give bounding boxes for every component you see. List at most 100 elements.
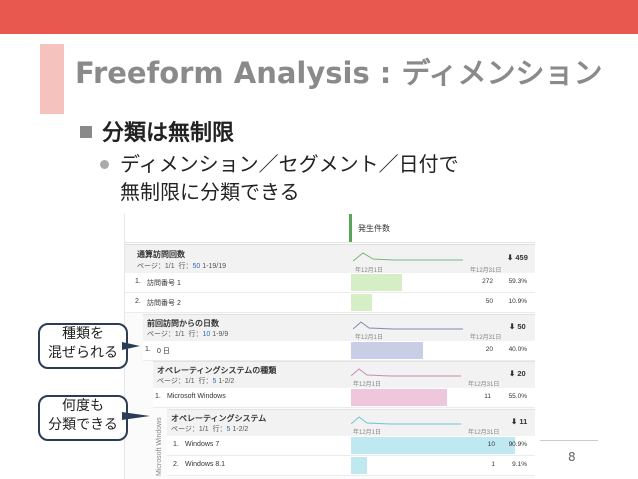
row-index: 1.: [173, 441, 179, 448]
trend-value: 11: [519, 417, 528, 426]
table-row[interactable]: 2. 訪問番号 2 50 10.9%: [125, 293, 535, 313]
pager-label: ページ：: [157, 378, 185, 385]
trend-total: ⬇ 50: [509, 322, 526, 331]
value-bar: [351, 274, 402, 291]
dimension-group-header: オペレーティングシステムの種類 ページ：1/1 行：5 1-2/2 年12月1日…: [153, 361, 535, 389]
table-row[interactable]: 2. Windows 8.1 1 9.1%: [167, 456, 535, 476]
table-row[interactable]: 1. 0 日 20 40.0%: [143, 341, 535, 361]
bullet-level1: 分類は無制限: [80, 115, 234, 147]
value-bar: [351, 389, 447, 406]
row-percent: 90.9%: [508, 441, 527, 448]
table-row[interactable]: 1. Microsoft Windows 11 55.0%: [153, 388, 535, 408]
trend-value: 50: [517, 322, 526, 331]
pager-label: ページ：: [171, 426, 199, 433]
row-percent: 55.0%: [508, 393, 527, 400]
rows-label: 行：: [188, 331, 203, 338]
rows-value[interactable]: 50: [193, 263, 201, 270]
row-index: 2.: [135, 298, 141, 305]
row-value: 272: [482, 278, 493, 285]
dimension-title: 通算訪問回数: [137, 250, 185, 259]
trend-total: ⬇ 11: [511, 417, 528, 426]
table-row[interactable]: 1. Windows 7 10 90.9%: [167, 436, 535, 456]
rows-value[interactable]: 10: [203, 331, 211, 338]
date-end: 年12月31日: [468, 382, 500, 388]
dimension-pager: ページ：1/1 行：50 1-19/19: [137, 261, 226, 271]
pager-label: ページ：: [137, 263, 165, 270]
value-bar: [351, 342, 423, 359]
rows-value[interactable]: 5: [213, 378, 217, 385]
callout-arrow: [122, 342, 140, 350]
page-number: 8: [568, 450, 576, 464]
trend-value: 459: [515, 253, 528, 262]
callout-arrow: [122, 412, 150, 420]
row-percent: 9.1%: [512, 461, 527, 468]
page-total: /1: [178, 331, 185, 338]
sparkline: [353, 252, 463, 262]
trend-value: 20: [517, 369, 526, 378]
slide-title: Freeform Analysis : ディメンション: [75, 56, 603, 90]
metric-column-header[interactable]: 発生件数: [349, 214, 535, 242]
row-value: 50: [485, 298, 493, 305]
page-total: /1: [202, 426, 209, 433]
sparkline: [351, 416, 461, 425]
row-index: 1.: [145, 346, 151, 353]
row-label: Windows 8.1: [185, 461, 226, 468]
row-label: 0 日: [157, 348, 170, 355]
dimension-pager: ページ：1/1 行：10 1-9/9: [147, 329, 228, 339]
page-total: /1: [168, 263, 175, 270]
row-index: 1.: [155, 393, 161, 400]
row-percent: 40.0%: [508, 346, 527, 353]
row-label: 訪問番号 2: [147, 300, 181, 307]
date-start: 年12月1日: [355, 335, 384, 341]
dimension-pager: ページ：1/1 行：5 1-2/2: [171, 424, 248, 434]
dot-bullet-icon: [100, 160, 109, 169]
date-end: 年12月31日: [470, 335, 502, 341]
rows-label: 行：: [198, 378, 213, 385]
row-value: 10: [487, 441, 495, 448]
page-total: /1: [188, 378, 195, 385]
vertical-dimension-label: Microsoft Windows: [156, 417, 163, 476]
row-value: 11: [484, 393, 491, 400]
row-index: 1.: [135, 278, 141, 285]
dimension-title: 前回訪問からの日数: [147, 319, 219, 328]
bullet-level2-line1: ディメンション／セグメント／日付で: [120, 152, 459, 176]
freeform-table-screenshot: 発生件数 通算訪問回数 ページ：1/1 行：50 1-19/19 年12月1日 …: [124, 214, 535, 479]
sparkline: [353, 321, 463, 330]
top-accent-bar: [0, 0, 638, 34]
row-label: Windows 7: [185, 441, 220, 448]
title-accent-block: [40, 44, 64, 114]
trend-total: ⬇ 20: [509, 369, 526, 378]
square-bullet-icon: [80, 126, 92, 138]
rows-value[interactable]: 5: [227, 426, 231, 433]
row-index: 2.: [173, 461, 179, 468]
callout-line: 何度も: [62, 398, 104, 414]
callout-line: 種類を: [62, 326, 104, 342]
dimension-title: オペレーティングシステムの種類: [157, 366, 277, 375]
table-row[interactable]: 1. 訪問番号 1 272 59.3%: [125, 273, 535, 293]
bullet-level2: ディメンション／セグメント／日付で 無制限に分類できる: [100, 150, 459, 206]
dimension-group-header: 通算訪問回数 ページ：1/1 行：50 1-19/19 年12月1日 年12月3…: [125, 244, 535, 274]
row-value: 1: [491, 461, 495, 468]
value-bar: [351, 294, 372, 311]
date-end: 年12月31日: [468, 430, 500, 436]
rows-range: 1-19/19: [202, 263, 227, 270]
date-start: 年12月1日: [353, 430, 382, 436]
callout-line: 分類できる: [48, 417, 118, 433]
value-bar: [351, 457, 367, 474]
row-label: Microsoft Windows: [167, 393, 226, 400]
dimension-pager: ページ：1/1 行：5 1-2/2: [157, 376, 234, 386]
callout-line: 混ぜられる: [48, 345, 118, 361]
rows-range: 1-9/9: [212, 331, 229, 338]
dimension-title: オペレーティングシステム: [171, 414, 267, 423]
bullet-level2-line2: 無制限に分類できる: [120, 180, 300, 204]
rows-range: 1-2/2: [232, 426, 249, 433]
row-percent: 10.9%: [508, 298, 527, 305]
rows-label: 行：: [212, 426, 227, 433]
sparkline: [351, 368, 461, 377]
metric-header-label: 発生件数: [358, 224, 390, 233]
date-start: 年12月1日: [353, 382, 382, 388]
rows-range: 1-2/2: [218, 378, 235, 385]
rows-label: 行：: [178, 263, 193, 270]
trend-total: ⬇ 459: [507, 253, 528, 262]
row-percent: 59.3%: [508, 278, 527, 285]
